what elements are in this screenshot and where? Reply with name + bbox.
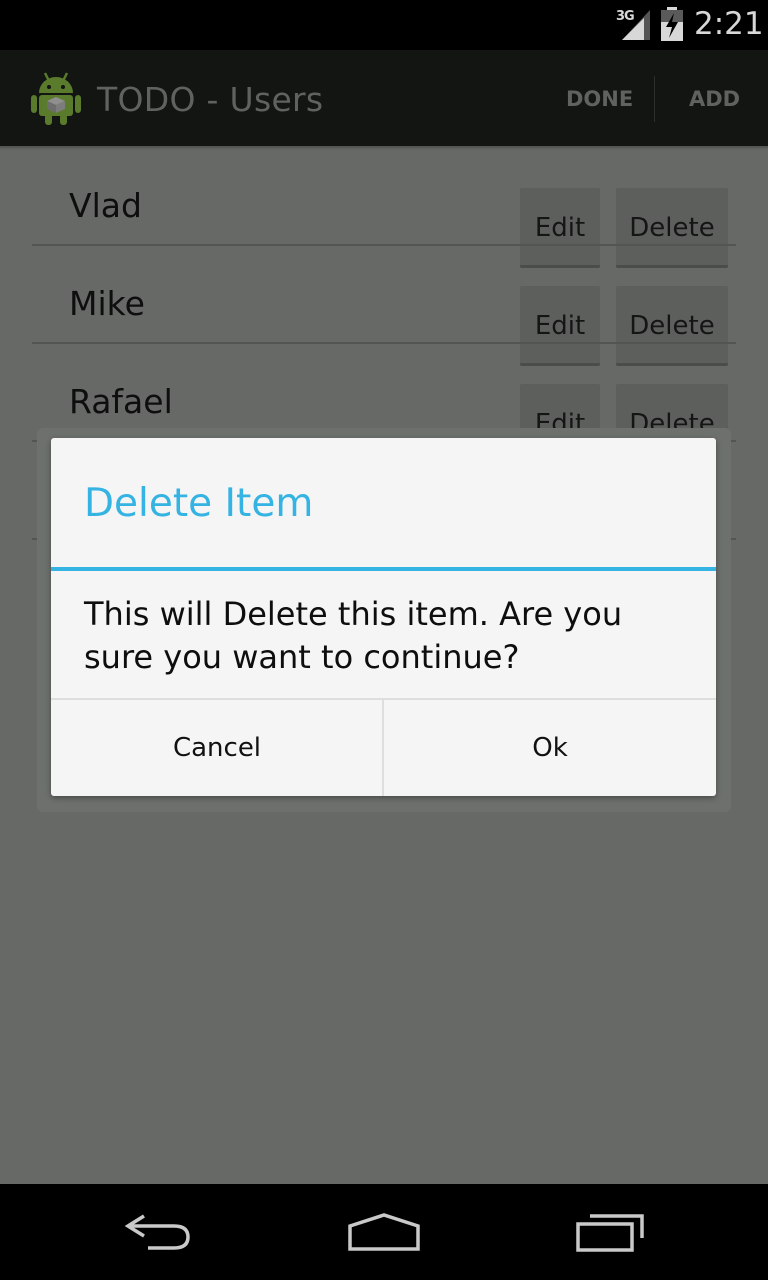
dialog-title: Delete Item <box>84 481 314 526</box>
home-icon[interactable] <box>346 1212 422 1252</box>
list-item: Vlad Edit Delete <box>32 148 736 268</box>
user-name: Vlad <box>69 186 142 225</box>
signal-icon <box>622 10 650 40</box>
action-divider <box>654 76 655 122</box>
dialog-message: This will Delete this item. Are you sure… <box>84 595 623 676</box>
status-bar: 3G 2:21 <box>0 0 768 50</box>
delete-confirm-dialog: Delete Item This will Delete this item. … <box>51 438 716 796</box>
list-item: Mike Edit Delete <box>32 246 736 366</box>
android-icon <box>31 72 81 125</box>
done-button[interactable]: DONE <box>566 87 633 111</box>
action-bar: TODO - Users DONE ADD <box>0 50 768 146</box>
back-icon[interactable] <box>122 1212 196 1252</box>
cancel-button[interactable]: Cancel <box>51 700 383 796</box>
ok-button[interactable]: Ok <box>384 700 716 796</box>
dialog-title-divider <box>51 567 716 571</box>
user-name: Mike <box>69 284 145 323</box>
user-name: Rafael <box>69 382 173 421</box>
clock: 2:21 <box>694 6 764 42</box>
battery-charging-icon <box>661 7 683 41</box>
navigation-bar <box>0 1184 768 1280</box>
add-button[interactable]: ADD <box>689 87 740 111</box>
app-title: TODO - Users <box>97 80 324 119</box>
recents-icon[interactable] <box>574 1212 646 1254</box>
